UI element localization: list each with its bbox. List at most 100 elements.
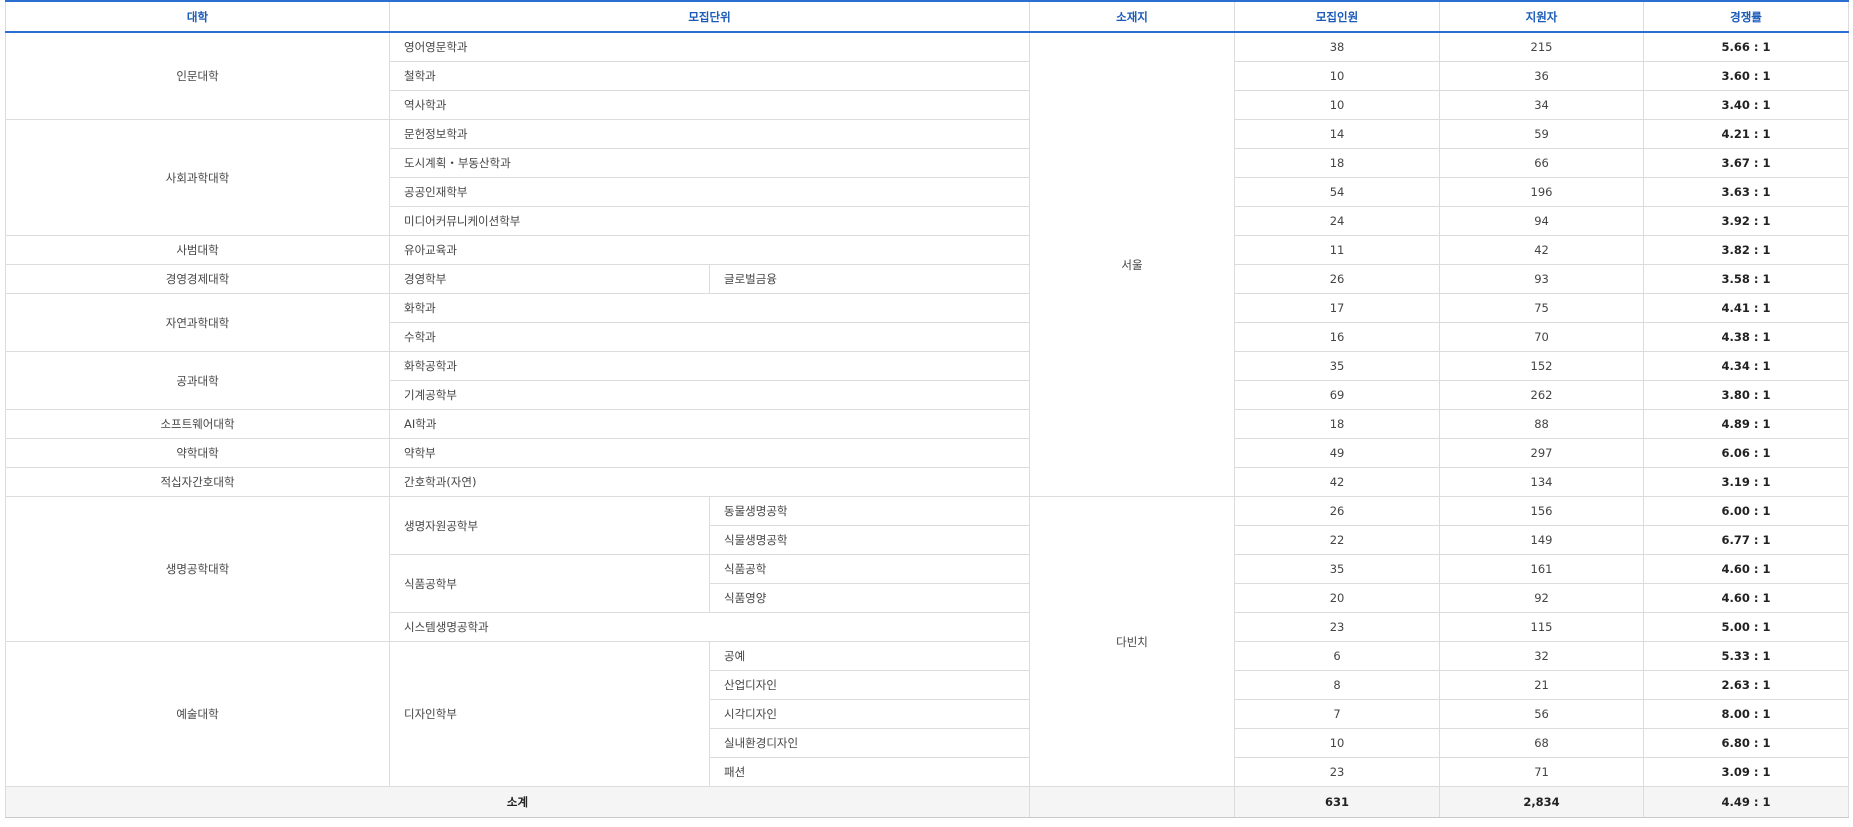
quota-cell: 22 [1234,525,1441,555]
college-cell: 자연과학대학 [5,293,390,352]
quota-cell: 38 [1234,31,1441,62]
quota-cell: 10 [1234,61,1441,91]
rate-cell: 3.92 : 1 [1643,206,1850,236]
rate-cell: 3.09 : 1 [1643,757,1850,787]
table-row: 인문대학 영어영문학과 서울 38 215 5.66 : 1 [5,31,1850,497]
quota-cell: 69 [1234,380,1441,410]
rate-cell: 3.19 : 1 [1643,467,1850,497]
quota-cell: 14 [1234,119,1441,149]
applicants-cell: 94 [1439,206,1645,236]
sub-unit-cell: 식품공학 [708,554,1031,584]
college-cell: 경영경제대학 [5,264,390,294]
total-quota: 631 [1234,786,1441,818]
sub-unit-cell: 산업디자인 [708,670,1031,700]
quota-cell: 18 [1234,148,1441,178]
quota-cell: 35 [1234,351,1441,381]
header-quota: 모집인원 [1234,0,1441,33]
college-cell: 예술대학 [5,641,390,787]
applicants-cell: 59 [1439,119,1645,149]
rate-cell: 3.60 : 1 [1643,61,1850,91]
header-unit: 모집단위 [388,0,1031,33]
applicants-cell: 21 [1439,670,1645,700]
applicants-cell: 134 [1439,467,1645,497]
quota-cell: 10 [1234,728,1441,758]
rate-cell: 5.33 : 1 [1643,641,1850,671]
rate-cell: 4.41 : 1 [1643,293,1850,323]
rate-cell: 4.60 : 1 [1643,583,1850,613]
table-row: 사회과학대학 문헌정보학과 14 59 4.21 : 1 [5,119,1850,236]
rate-cell: 6.00 : 1 [1643,496,1850,526]
quota-cell: 26 [1234,496,1441,526]
unit-cell: 도시계획・부동산학과 [388,148,1031,178]
total-location-cell [1029,786,1236,818]
total-row: 소계 631 2,834 4.49 : 1 [4,786,1850,818]
applicants-cell: 149 [1439,525,1645,555]
table-row: 적십자간호대학 간호학과(자연) 42 134 3.19 : 1 [5,467,1850,497]
college-cell: 생명공학대학 [5,496,390,642]
quota-cell: 26 [1234,264,1441,294]
applicants-cell: 75 [1439,293,1645,323]
unit-cell: 역사학과 [388,90,1031,120]
sub-unit-cell: 글로벌금융 [708,264,1031,294]
rate-cell: 4.89 : 1 [1643,409,1850,439]
unit-cell: 시스템생명공학과 [388,612,1031,642]
unit-cell: 영어영문학과 [388,31,1031,62]
table-row: 예술대학 디자인학부 공예 6 32 5.33 : 1 [5,641,1850,787]
quota-cell: 7 [1234,699,1441,729]
applicants-cell: 70 [1439,322,1645,352]
quota-cell: 20 [1234,583,1441,613]
unit-cell: 공공인재학부 [388,177,1031,207]
applicants-cell: 66 [1439,148,1645,178]
sub-unit-cell: 시각디자인 [708,699,1031,729]
table-header-row: 대학 모집단위 소재지 모집인원 지원자 경쟁률 [5,0,1850,33]
sub-unit-cell: 패션 [708,757,1031,787]
rate-cell: 3.58 : 1 [1643,264,1850,294]
table-row: 자연과학대학 화학과 17 75 4.41 : 1 [5,293,1850,352]
quota-cell: 35 [1234,554,1441,584]
rate-cell: 3.82 : 1 [1643,235,1850,265]
header-college: 대학 [5,0,390,33]
rate-cell: 5.66 : 1 [1643,31,1850,62]
unit-cell: 약학부 [388,438,1031,468]
applicants-cell: 56 [1439,699,1645,729]
total-rate: 4.49 : 1 [1643,786,1850,818]
table-row: 사범대학 유아교육과 11 42 3.82 : 1 [5,235,1850,265]
applicants-cell: 156 [1439,496,1645,526]
college-cell: 약학대학 [5,438,390,468]
table-row: 공과대학 화학공학과 35 152 4.34 : 1 [5,351,1850,410]
rate-cell: 3.80 : 1 [1643,380,1850,410]
college-cell: 사회과학대학 [5,119,390,236]
quota-cell: 23 [1234,757,1441,787]
applicants-cell: 34 [1439,90,1645,120]
applicants-cell: 32 [1439,641,1645,671]
quota-cell: 6 [1234,641,1441,671]
table-row: 경영경제대학 경영학부 글로벌금융 26 93 3.58 : 1 [5,264,1850,294]
unit-cell: 수학과 [388,322,1031,352]
applicants-cell: 161 [1439,554,1645,584]
unit-cell: 화학과 [388,293,1031,323]
applicants-cell: 42 [1439,235,1645,265]
college-cell: 인문대학 [5,31,390,120]
unit-cell: 유아교육과 [388,235,1031,265]
unit-cell: 간호학과(자연) [388,467,1031,497]
unit-cell: 기계공학부 [388,380,1031,410]
rate-cell: 6.80 : 1 [1643,728,1850,758]
quota-cell: 8 [1234,670,1441,700]
college-cell: 적십자간호대학 [5,467,390,497]
college-cell: 공과대학 [5,351,390,410]
rate-cell: 4.21 : 1 [1643,119,1850,149]
unit-cell: 화학공학과 [388,351,1031,381]
header-location: 소재지 [1029,0,1236,33]
quota-cell: 24 [1234,206,1441,236]
unit-group-cell: 생명자원공학부 [389,496,710,555]
sub-unit-cell: 식품영양 [708,583,1031,613]
quota-cell: 54 [1234,177,1441,207]
unit-cell: 문헌정보학과 [388,119,1031,149]
quota-cell: 23 [1234,612,1441,642]
applicants-cell: 68 [1439,728,1645,758]
applicants-cell: 262 [1439,380,1645,410]
applicants-cell: 115 [1439,612,1645,642]
table-row: 생명공학대학 생명자원공학부 동물생명공학 다빈치 26 156 6.00 : … [5,496,1850,787]
quota-cell: 16 [1234,322,1441,352]
applicants-cell: 152 [1439,351,1645,381]
